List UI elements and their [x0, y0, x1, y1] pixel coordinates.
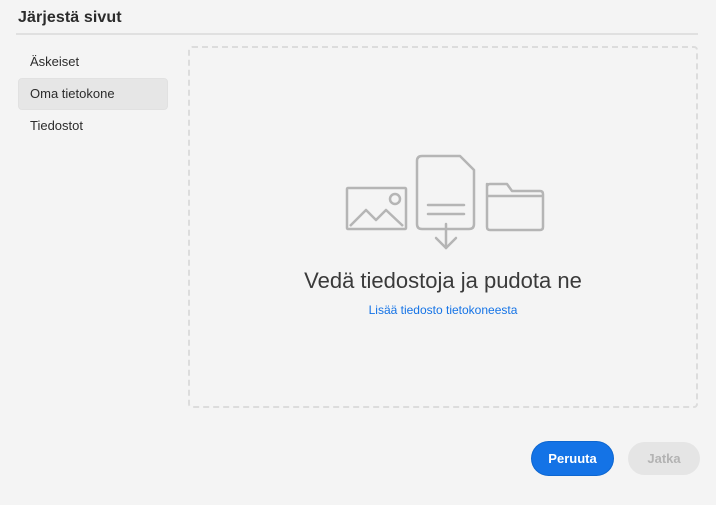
folder-icon [485, 182, 545, 232]
dialog-title: Järjestä sivut [18, 9, 122, 26]
sidebar-item-recent[interactable]: Äskeiset [18, 46, 168, 78]
dropzone-heading: Vedä tiedostoja ja pudota ne [304, 268, 582, 293]
image-icon [345, 186, 408, 231]
cancel-button[interactable]: Peruuta [532, 442, 613, 475]
source-sidebar: Äskeiset Oma tietokone Tiedostot [18, 46, 168, 142]
document-download-icon [415, 154, 476, 250]
organize-pages-dialog: Järjestä sivut Äskeiset Oma tietokone Ti… [0, 0, 716, 505]
sidebar-item-files[interactable]: Tiedostot [18, 110, 168, 142]
continue-button[interactable]: Jatka [628, 442, 700, 475]
add-file-from-computer-link[interactable]: Lisää tiedosto tietokoneesta [190, 303, 696, 317]
title-divider [16, 33, 698, 35]
dropzone-illustration [345, 154, 545, 250]
sidebar-item-my-computer[interactable]: Oma tietokone [18, 78, 168, 110]
file-dropzone[interactable]: Vedä tiedostoja ja pudota ne Lisää tiedo… [188, 46, 698, 408]
